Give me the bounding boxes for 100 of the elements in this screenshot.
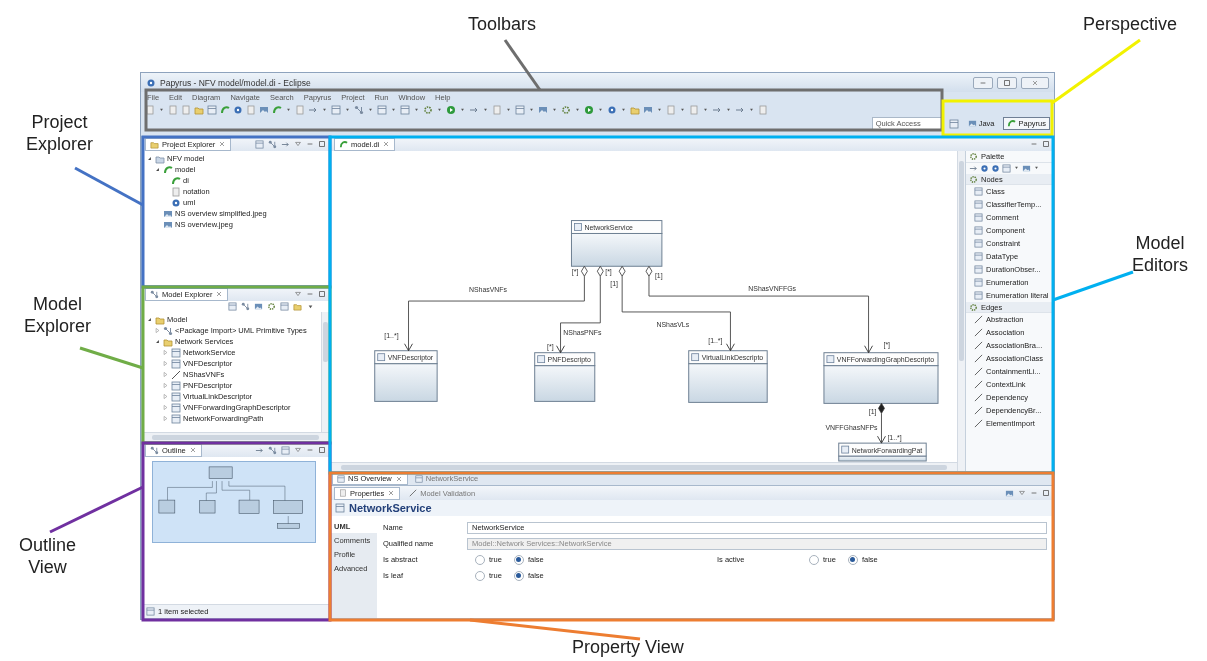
horizontal-scrollbar[interactable] <box>142 432 329 441</box>
class-header[interactable] <box>823 352 939 367</box>
network-icon[interactable] <box>268 445 277 455</box>
caret-icon[interactable] <box>294 140 302 148</box>
circle-icon[interactable] <box>607 104 617 115</box>
maximize-icon[interactable] <box>318 446 326 454</box>
box-icon[interactable] <box>400 104 410 115</box>
circle-icon[interactable] <box>233 104 243 115</box>
gear-icon[interactable] <box>423 104 433 115</box>
collapsed-arrow-icon[interactable] <box>162 393 169 400</box>
caret-icon[interactable] <box>1033 164 1040 171</box>
image-icon[interactable] <box>1022 164 1031 173</box>
close-icon[interactable] <box>215 290 224 298</box>
box-icon[interactable] <box>948 118 959 129</box>
radio-button[interactable] <box>513 570 524 581</box>
radio-button[interactable] <box>475 554 485 565</box>
box-icon[interactable] <box>377 104 387 115</box>
caret-icon[interactable] <box>459 106 466 113</box>
collapsed-arrow-icon[interactable] <box>154 327 161 334</box>
class-box[interactable] <box>688 363 768 403</box>
box-icon[interactable] <box>515 104 525 115</box>
caret-icon[interactable] <box>436 106 443 113</box>
diagram-thumbnail-drawing[interactable] <box>152 461 316 543</box>
arrow-icon[interactable] <box>969 164 978 173</box>
caret-icon[interactable] <box>413 106 420 113</box>
class-header[interactable] <box>570 220 663 234</box>
box-icon[interactable] <box>207 104 217 115</box>
collapsed-arrow-icon[interactable] <box>162 415 169 422</box>
box-icon[interactable] <box>255 139 264 149</box>
expanded-arrow-icon[interactable] <box>154 338 161 345</box>
network-icon[interactable] <box>354 104 364 115</box>
class-header[interactable] <box>838 442 927 457</box>
document-icon[interactable] <box>145 104 155 115</box>
expanded-arrow-icon[interactable] <box>146 155 153 162</box>
folder-icon[interactable] <box>630 104 640 115</box>
caret-icon[interactable] <box>551 106 558 113</box>
image-icon[interactable] <box>643 104 653 115</box>
caret-icon[interactable] <box>748 106 755 113</box>
caret-icon[interactable] <box>1018 489 1026 497</box>
box-icon[interactable] <box>331 104 341 115</box>
minimize-icon[interactable] <box>306 446 314 454</box>
class-box[interactable] <box>534 365 596 402</box>
image-icon[interactable] <box>1005 488 1014 498</box>
maximize-icon[interactable] <box>1042 140 1050 148</box>
caret-icon[interactable] <box>679 106 686 113</box>
minimize-icon[interactable] <box>1030 489 1038 497</box>
caret-icon[interactable] <box>294 446 302 454</box>
minimize-icon[interactable] <box>306 140 314 148</box>
expanded-arrow-icon[interactable] <box>154 166 161 173</box>
maximize-button[interactable] <box>997 76 1017 89</box>
collapsed-arrow-icon[interactable] <box>162 371 169 378</box>
caret-icon[interactable] <box>528 106 535 113</box>
collapsed-arrow-icon[interactable] <box>162 382 169 389</box>
caret-icon[interactable] <box>158 106 165 113</box>
caret-icon[interactable] <box>367 106 374 113</box>
vertical-scrollbar[interactable] <box>321 312 329 432</box>
gear-icon[interactable] <box>267 302 276 311</box>
caret-icon[interactable] <box>505 106 512 113</box>
minimize-icon[interactable] <box>306 290 314 298</box>
minimize-button[interactable] <box>973 76 993 89</box>
class-header[interactable] <box>688 350 768 365</box>
box-icon[interactable] <box>281 445 290 455</box>
collapsed-arrow-icon[interactable] <box>162 349 169 356</box>
collapsed-arrow-icon[interactable] <box>162 404 169 411</box>
caret-icon[interactable] <box>390 106 397 113</box>
expanded-arrow-icon[interactable] <box>146 316 153 323</box>
curve-icon[interactable] <box>272 104 282 115</box>
caret-icon[interactable] <box>285 106 292 113</box>
gear-icon[interactable] <box>561 104 571 115</box>
caret-icon[interactable] <box>656 106 663 113</box>
network-icon[interactable] <box>268 139 277 149</box>
maximize-icon[interactable] <box>1042 489 1050 497</box>
circle-icon[interactable] <box>991 164 1000 173</box>
close-icon[interactable] <box>394 474 403 483</box>
collapsed-arrow-icon[interactable] <box>162 360 169 367</box>
caret-icon[interactable] <box>725 106 732 113</box>
caret-icon[interactable] <box>574 106 581 113</box>
caret-icon[interactable] <box>702 106 709 113</box>
caret-icon[interactable] <box>482 106 489 113</box>
caret-icon[interactable] <box>597 106 604 113</box>
maximize-icon[interactable] <box>318 140 326 148</box>
class-header[interactable] <box>374 350 438 365</box>
maximize-icon[interactable] <box>318 290 326 298</box>
horizontal-scrollbar[interactable] <box>331 462 957 471</box>
radio-button[interactable] <box>475 570 485 581</box>
radio-button[interactable] <box>847 554 858 565</box>
minimize-icon[interactable] <box>1030 140 1038 148</box>
play-icon[interactable] <box>584 104 594 115</box>
caret-icon[interactable] <box>344 106 351 113</box>
caret-icon[interactable] <box>1013 164 1020 171</box>
folder-icon[interactable] <box>194 104 204 115</box>
caret-icon[interactable] <box>321 106 328 113</box>
radio-button[interactable] <box>809 554 819 565</box>
box-icon[interactable] <box>228 302 237 311</box>
image-icon[interactable] <box>259 104 269 115</box>
association-connector[interactable] <box>877 403 886 444</box>
box-icon[interactable] <box>280 302 289 311</box>
class-box[interactable] <box>570 232 663 267</box>
play-icon[interactable] <box>446 104 456 115</box>
class-box[interactable] <box>374 363 438 402</box>
